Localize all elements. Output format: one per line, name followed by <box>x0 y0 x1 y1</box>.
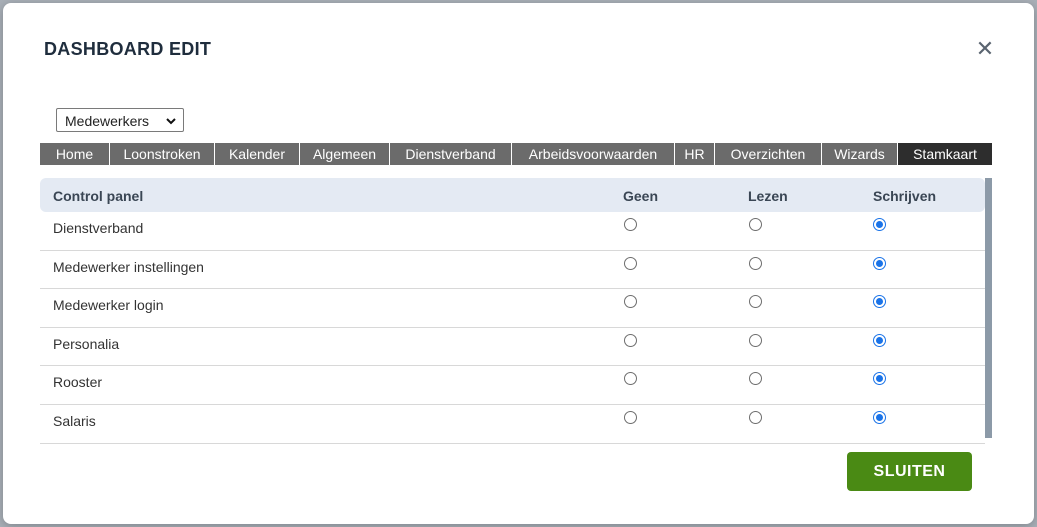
header-control-panel: Control panel <box>53 188 144 204</box>
permissions-table: Control panel Geen Lezen Schrijven Diens… <box>40 178 985 444</box>
category-select[interactable]: Medewerkers <box>56 108 184 132</box>
radio-schrijven[interactable] <box>873 218 886 231</box>
tab-kalender[interactable]: Kalender <box>215 143 300 165</box>
category-select-value: Medewerkers <box>65 113 150 129</box>
radio-schrijven[interactable] <box>873 372 886 386</box>
table-scrollbar[interactable] <box>985 178 992 438</box>
sluiten-button[interactable]: SLUITEN <box>847 452 972 491</box>
table-row: Medewerker login <box>40 289 985 328</box>
tab-wizards[interactable]: Wizards <box>822 143 898 165</box>
row-label: Dienstverband <box>53 220 144 236</box>
tab-dienstverband[interactable]: Dienstverband <box>390 143 512 165</box>
chevron-down-icon <box>166 118 176 125</box>
tab-hr[interactable]: HR <box>675 143 715 165</box>
radio-geen[interactable] <box>624 295 637 309</box>
radio-lezen[interactable] <box>749 295 762 309</box>
tab-arbeidsvoorwaarden[interactable]: Arbeidsvoorwaarden <box>512 143 675 165</box>
radio-schrijven[interactable] <box>873 333 886 347</box>
radio-lezen[interactable] <box>749 218 762 231</box>
radio-lezen[interactable] <box>749 256 762 270</box>
row-label: Medewerker instellingen <box>53 258 204 275</box>
radio-schrijven[interactable] <box>873 410 886 424</box>
tab-bar: Home Loonstroken Kalender Algemeen Diens… <box>40 143 992 165</box>
row-label: Salaris <box>53 412 96 429</box>
header-lezen: Lezen <box>748 188 788 204</box>
radio-schrijven[interactable] <box>873 256 886 270</box>
table-row: Medewerker instellingen <box>40 251 985 290</box>
row-label: Medewerker login <box>53 297 164 314</box>
table-row: Personalia <box>40 328 985 367</box>
radio-geen[interactable] <box>624 333 637 347</box>
tab-algemeen[interactable]: Algemeen <box>300 143 390 165</box>
header-geen: Geen <box>623 188 659 204</box>
close-icon[interactable]: ✕ <box>973 37 997 61</box>
radio-lezen[interactable] <box>749 372 762 386</box>
radio-lezen[interactable] <box>749 333 762 347</box>
table-row: Dienstverband <box>40 212 985 251</box>
row-label: Personalia <box>53 335 120 352</box>
tab-home[interactable]: Home <box>40 143 110 165</box>
radio-geen[interactable] <box>624 372 637 386</box>
radio-geen[interactable] <box>624 410 637 424</box>
tab-loonstroken[interactable]: Loonstroken <box>110 143 215 165</box>
radio-geen[interactable] <box>624 256 637 270</box>
table-row: Salaris <box>40 405 985 444</box>
radio-schrijven[interactable] <box>873 295 886 309</box>
tab-overzichten[interactable]: Overzichten <box>715 143 822 165</box>
radio-geen[interactable] <box>624 218 637 231</box>
radio-lezen[interactable] <box>749 410 762 424</box>
table-header: Control panel Geen Lezen Schrijven <box>40 178 985 212</box>
row-label: Rooster <box>53 374 103 391</box>
table-row: Rooster <box>40 366 985 405</box>
modal-title: DASHBOARD EDIT <box>44 39 212 59</box>
header-schrijven: Schrijven <box>873 188 937 204</box>
tab-stamkaart[interactable]: Stamkaart <box>898 143 992 165</box>
